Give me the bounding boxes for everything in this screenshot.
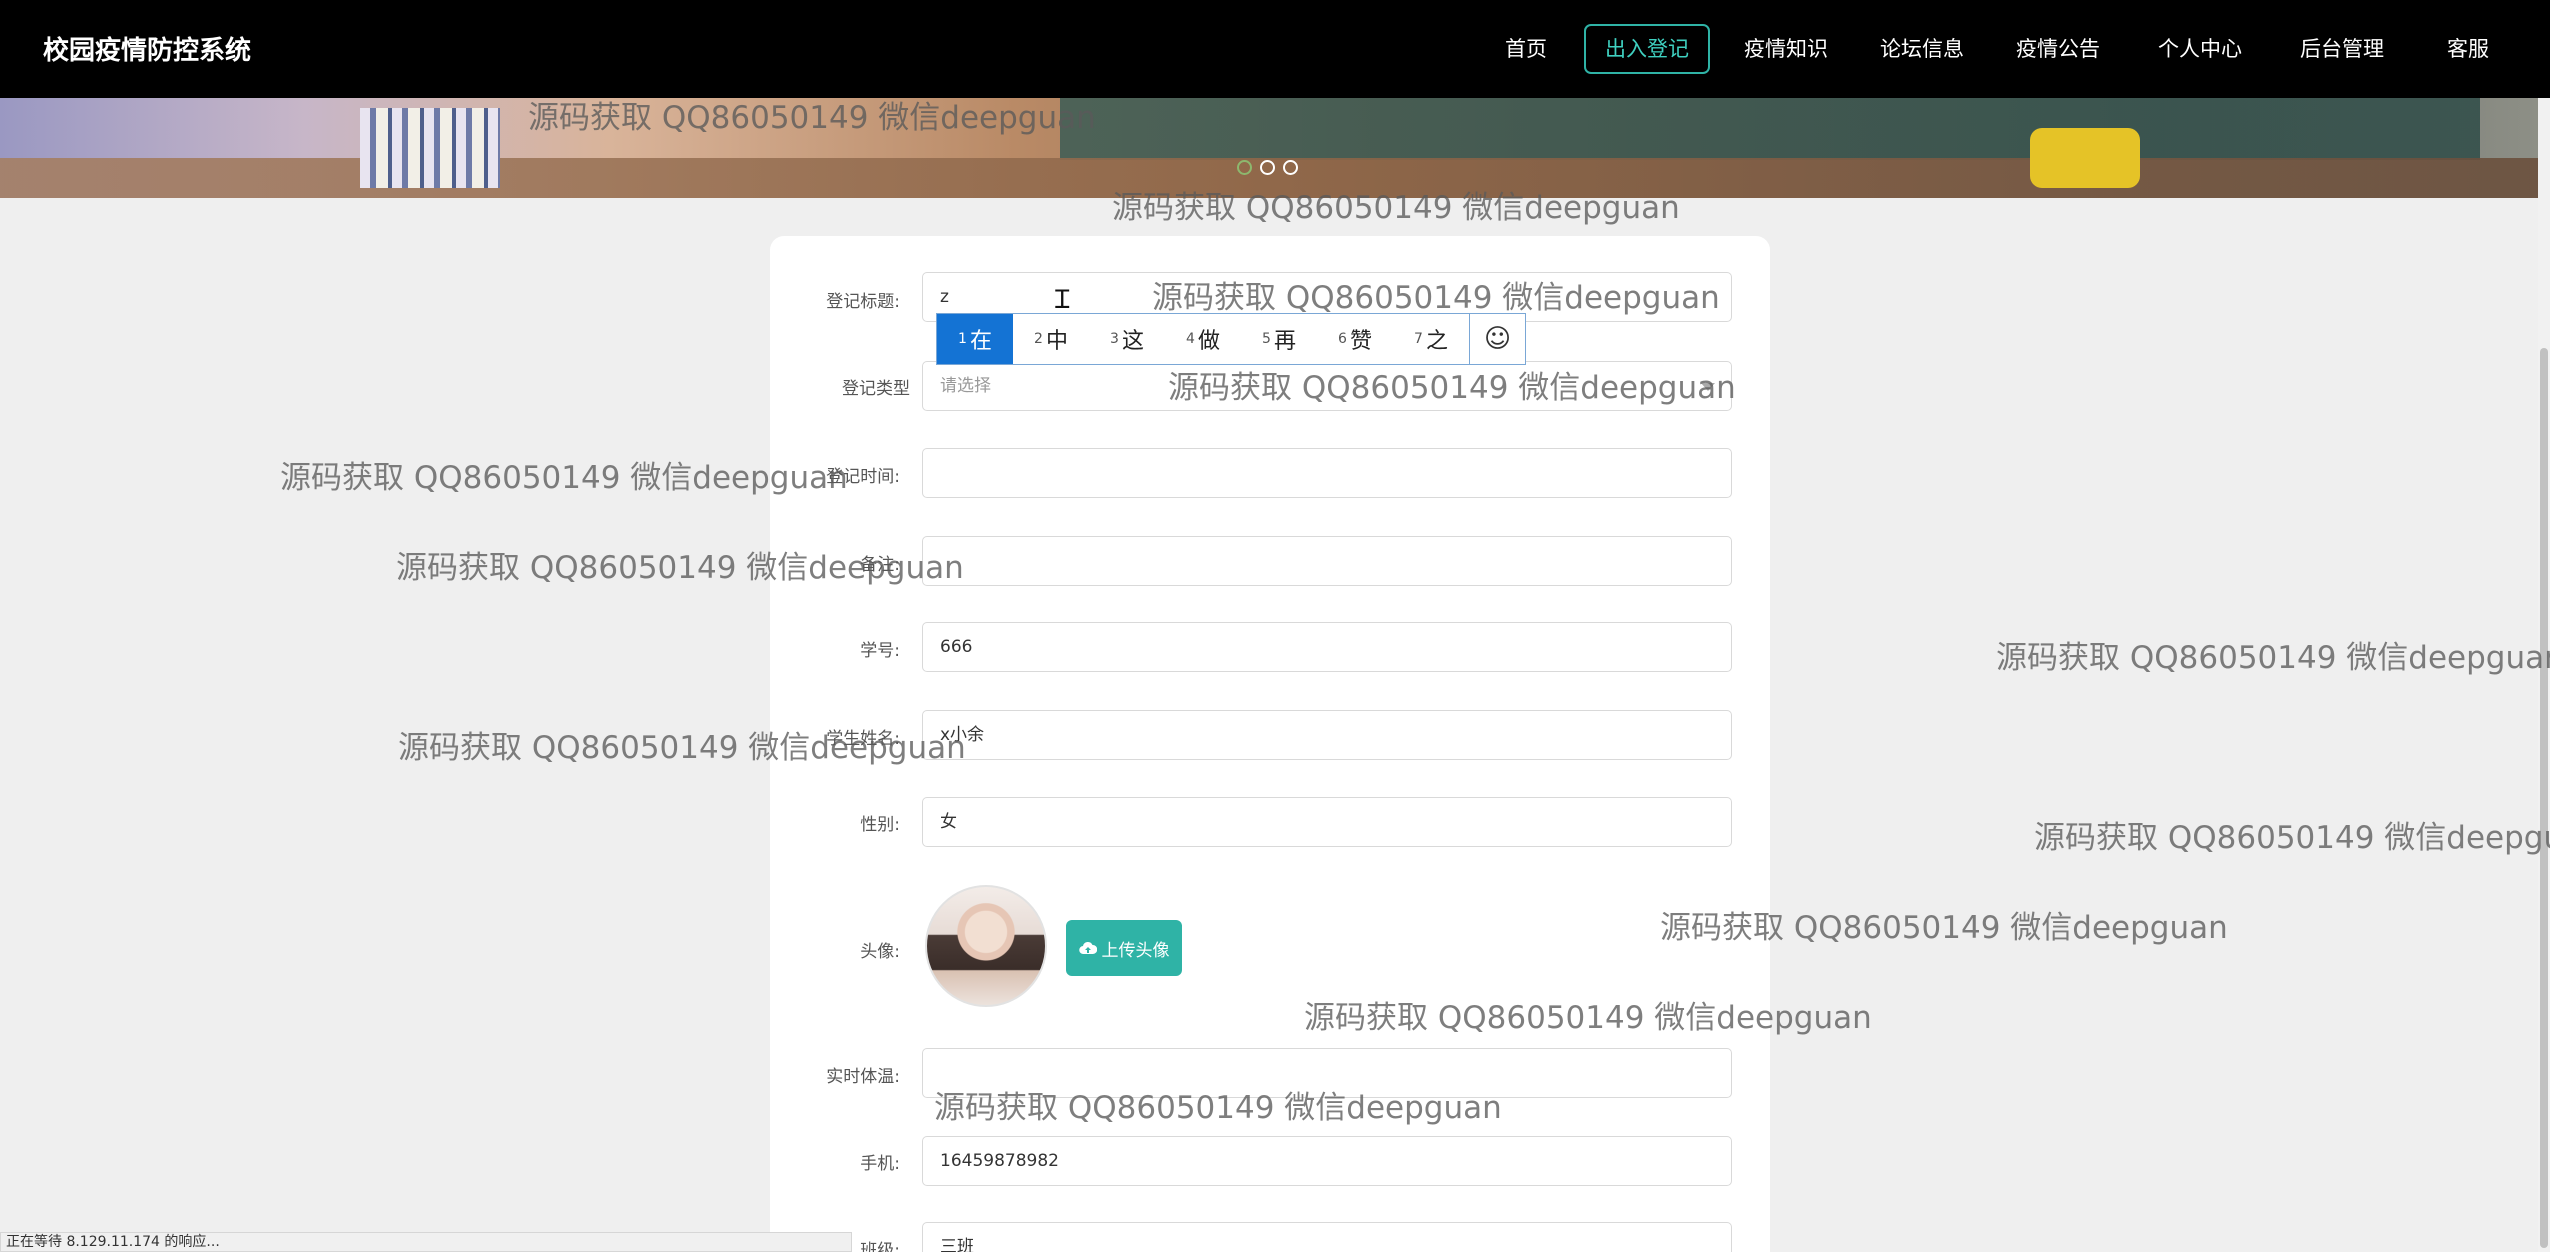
temperature-input[interactable] xyxy=(922,1048,1732,1098)
site-title: 校园疫情防控系统 xyxy=(43,36,252,66)
ime-candidate-7[interactable]: 7之 xyxy=(1393,314,1469,364)
gender-input[interactable]: 女 xyxy=(922,797,1732,847)
gender-value: 女 xyxy=(940,812,957,832)
cloud-upload-icon xyxy=(1078,941,1097,955)
watermark: 源码获取 QQ86050149 微信deepguan xyxy=(1996,640,2550,676)
emoji-icon[interactable]: ☺ xyxy=(1469,314,1525,364)
upload-avatar-label: 上传头像 xyxy=(1101,940,1170,961)
ime-candidate-5[interactable]: 5再 xyxy=(1241,314,1317,364)
student-id-input[interactable]: 666 xyxy=(922,622,1732,672)
browser-status-bar: 正在等待 8.129.11.174 的响应... xyxy=(0,1232,852,1252)
carousel-banner xyxy=(0,98,2538,198)
phone-label: 手机: xyxy=(860,1154,900,1174)
ime-candidate-2[interactable]: 2中 xyxy=(1013,314,1089,364)
upload-avatar-button[interactable]: 上传头像 xyxy=(1066,920,1182,976)
ime-candidate-bar: 1在 2中 3这 4做 5再 6赞 7之 ☺ xyxy=(936,313,1526,365)
chevron-down-icon xyxy=(1701,383,1715,391)
phone-value: 16459878982 xyxy=(940,1151,1059,1171)
banner-yellow-box xyxy=(2030,128,2140,188)
nav-announcements[interactable]: 疫情公告 xyxy=(2010,24,2106,74)
nav-admin[interactable]: 后台管理 xyxy=(2294,24,2390,74)
gender-label: 性别: xyxy=(860,815,900,835)
title-label: 登记标题: xyxy=(826,292,900,312)
carousel-dot-1[interactable] xyxy=(1237,160,1252,175)
carousel-dot-2[interactable] xyxy=(1260,160,1275,175)
ime-candidate-6[interactable]: 6赞 xyxy=(1317,314,1393,364)
remark-input[interactable] xyxy=(922,536,1732,586)
text-cursor-icon: Ɪ xyxy=(1055,285,1070,315)
carousel-dot-3[interactable] xyxy=(1283,160,1298,175)
class-input[interactable]: 三班 xyxy=(922,1222,1732,1252)
time-label: 登记时间: xyxy=(826,467,900,487)
student-name-input[interactable]: x小余 xyxy=(922,710,1732,760)
ime-candidate-4[interactable]: 4做 xyxy=(1165,314,1241,364)
student-name-value: x小余 xyxy=(940,725,985,745)
time-input[interactable] xyxy=(922,448,1732,498)
scrollbar-thumb[interactable] xyxy=(2540,348,2548,1248)
phone-input[interactable]: 16459878982 xyxy=(922,1136,1732,1186)
watermark: 源码获取 QQ86050149 微信deepguan xyxy=(280,460,848,496)
nav-home[interactable]: 首页 xyxy=(1496,24,1556,74)
top-navbar: 校园疫情防控系统 首页 出入登记 疫情知识 论坛信息 疫情公告 个人中心 后台管… xyxy=(0,0,2550,98)
student-name-label: 学生姓名: xyxy=(826,729,900,749)
nav-access-registration[interactable]: 出入登记 xyxy=(1584,24,1710,74)
nav-epidemic-knowledge[interactable]: 疫情知识 xyxy=(1738,24,1834,74)
nav-forum[interactable]: 论坛信息 xyxy=(1874,24,1970,74)
type-select[interactable]: 请选择 xyxy=(922,361,1732,411)
nav-customer-service[interactable]: 客服 xyxy=(2438,24,2498,74)
remark-label: 备注: xyxy=(860,555,900,575)
class-value: 三班 xyxy=(940,1237,974,1252)
temperature-label: 实时体温: xyxy=(826,1067,900,1087)
nav-personal-center[interactable]: 个人中心 xyxy=(2152,24,2248,74)
student-id-value: 666 xyxy=(940,637,973,657)
carousel-indicators xyxy=(1237,160,1298,175)
ime-candidate-1[interactable]: 1在 xyxy=(937,314,1013,364)
watermark: 源码获取 QQ86050149 微信deepguan xyxy=(2034,820,2550,856)
avatar-label: 头像: xyxy=(860,942,900,962)
page-scrollbar[interactable] xyxy=(2538,98,2550,1252)
ime-candidate-3[interactable]: 3这 xyxy=(1089,314,1165,364)
title-input-value: z xyxy=(940,287,949,307)
student-id-label: 学号: xyxy=(860,641,900,661)
type-label: 登记类型 xyxy=(842,379,910,399)
banner-books xyxy=(360,108,500,188)
type-select-placeholder: 请选择 xyxy=(940,376,991,396)
avatar xyxy=(925,885,1047,1007)
banner-chalkboard xyxy=(1060,98,2480,160)
